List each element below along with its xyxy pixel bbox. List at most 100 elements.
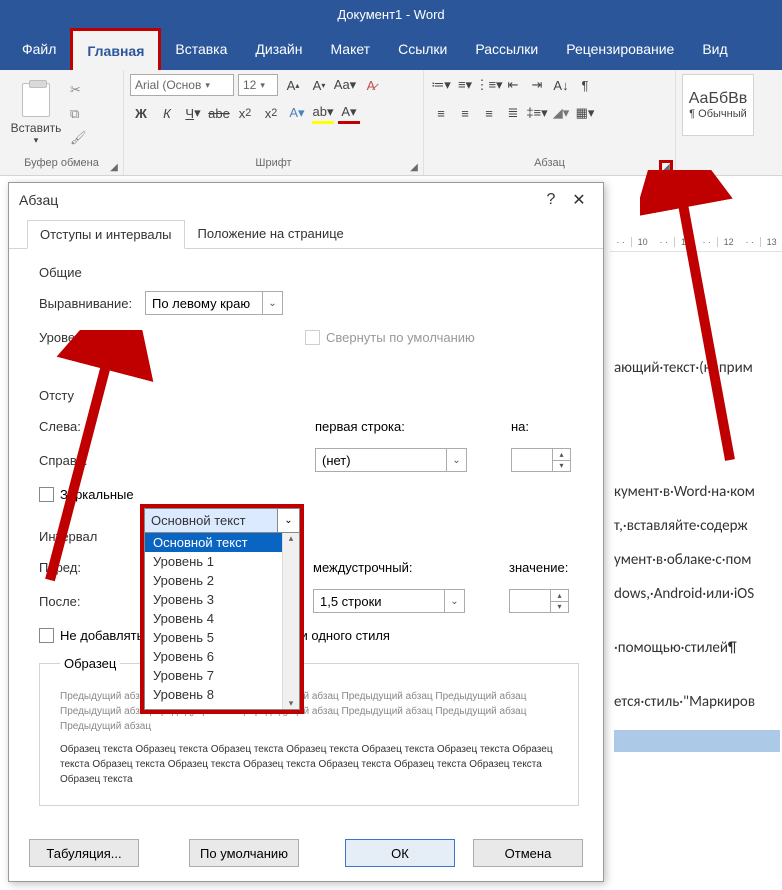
align-right-button[interactable]: ≡ [478,102,500,124]
level-option[interactable]: Уровень 9 [145,704,299,709]
alignment-label: Выравнивание: [39,296,145,311]
format-painter-button[interactable]: 🖌 [70,130,90,148]
outline-level-select[interactable]: Основной текст ⌄ [145,509,299,533]
level-option[interactable]: Уровень 1 [145,552,299,571]
grow-font-button[interactable]: A▴ [282,74,304,96]
tab-references[interactable]: Ссылки [384,28,461,70]
borders-button[interactable]: ▦▾ [574,102,596,124]
level-option[interactable]: Уровень 7 [145,666,299,685]
document-text[interactable]: ающий·текст·(наприм кумент·в·Word·на·ком… [614,356,778,760]
dialog-close-button[interactable]: ✕ [565,190,593,210]
level-option[interactable]: Уровень 4 [145,609,299,628]
underline-button[interactable]: Ч▾ [182,102,204,124]
dont-add-space-checkbox[interactable] [39,628,54,643]
decrease-indent-button[interactable]: ⇤ [502,74,524,96]
indent-right-label: Справа: [39,453,145,468]
clear-formatting-button[interactable]: A̷ [360,74,382,96]
increase-indent-button[interactable]: ⇥ [526,74,548,96]
section-general: Общие [39,265,579,280]
bullets-button[interactable]: ≔▾ [430,74,452,96]
level-option[interactable]: Уровень 8 [145,685,299,704]
document-title: Документ1 - Word [337,7,444,22]
tab-line-page-breaks[interactable]: Положение на странице [185,219,357,248]
doc-line: кумент·в·Word·на·ком [614,480,778,504]
scrollbar[interactable]: ▴▾ [282,533,299,709]
paste-label: Вставить [11,121,62,135]
strikethrough-button[interactable]: abe [208,102,230,124]
at-spinner[interactable]: ▴▾ [509,589,569,613]
font-size-combo[interactable]: 12▾ [238,74,278,96]
font-size-value: 12 [243,78,256,92]
ribbon: Вставить ▾ ✂ ⧉ 🖌 Буфер обмена ◢ Arial (О… [0,70,782,176]
align-left-button[interactable]: ≡ [430,102,452,124]
copy-button[interactable]: ⧉ [70,106,90,124]
tabs-button[interactable]: Табуляция... [29,839,139,867]
first-line-value: (нет) [322,453,351,468]
alignment-select[interactable]: По левому краю ⌄ [145,291,283,315]
tab-design[interactable]: Дизайн [241,28,316,70]
set-default-button[interactable]: По умолчанию [189,839,299,867]
dialog-help-button[interactable]: ? [537,191,565,209]
line-spacing-label: междустрочный: [313,560,509,575]
at-label: значение: [509,560,568,575]
collapsed-checkbox[interactable] [305,330,320,345]
highlight-button[interactable]: ab▾ [312,102,334,124]
doc-line: ающий·текст·(наприм [614,356,778,380]
change-case-button[interactable]: Aa▾ [334,74,356,96]
line-spacing-select[interactable]: 1,5 строки ⌄ [313,589,465,613]
ruler-mark: 13 [760,237,782,247]
section-indent: Отсту [39,388,579,403]
shading-button[interactable]: ◢▾ [550,102,572,124]
superscript-button[interactable]: x2 [260,102,282,124]
paragraph-dialog-launcher[interactable]: ◢ [659,160,673,174]
multilevel-button[interactable]: ⋮≡▾ [478,74,500,96]
sort-button[interactable]: A↓ [550,74,572,96]
ruler[interactable]: · · 10 · · 11 · · 12 · · 13 [610,232,782,252]
chevron-down-icon: ⌄ [277,509,299,532]
italic-button[interactable]: К [156,102,178,124]
shrink-font-button[interactable]: A▾ [308,74,330,96]
tab-indents-spacing[interactable]: Отступы и интервалы [27,220,185,249]
level-option[interactable]: Основной текст [145,533,299,552]
subscript-button[interactable]: x2 [234,102,256,124]
ok-button[interactable]: ОК [345,839,455,867]
cancel-button[interactable]: Отмена [473,839,583,867]
numbering-button[interactable]: ≡▾ [454,74,476,96]
font-color-button[interactable]: A▾ [338,102,360,124]
cut-button[interactable]: ✂ [70,82,90,100]
font-name-combo[interactable]: Arial (Основ▾ [130,74,234,96]
level-option[interactable]: Уровень 6 [145,647,299,666]
preview-previous-text: Предыдущий абзац Предыдущий абзац Предыд… [60,689,558,734]
tab-layout[interactable]: Макет [316,28,384,70]
show-marks-button[interactable]: ¶ [574,74,596,96]
tab-home[interactable]: Главная [70,28,161,70]
title-bar: Документ1 - Word [0,0,782,28]
ruler-mark: 11 [674,237,696,247]
align-center-button[interactable]: ≡ [454,102,476,124]
font-dialog-launcher[interactable]: ◢ [407,160,421,174]
chevron-down-icon: ⌄ [446,449,466,471]
tab-insert[interactable]: Вставка [161,28,241,70]
tab-mailings[interactable]: Рассылки [461,28,552,70]
mirror-indents-checkbox[interactable] [39,487,54,502]
ribbon-tabs: Файл Главная Вставка Дизайн Макет Ссылки… [0,28,782,70]
justify-button[interactable]: ≣ [502,102,524,124]
style-normal[interactable]: АаБбВв ¶ Обычный [682,74,754,136]
first-line-select[interactable]: (нет) ⌄ [315,448,467,472]
text-effects-button[interactable]: A▾ [286,102,308,124]
tab-view[interactable]: Вид [688,28,741,70]
tab-file[interactable]: Файл [8,28,70,70]
bold-button[interactable]: Ж [130,102,152,124]
level-option[interactable]: Уровень 2 [145,571,299,590]
by-spinner[interactable]: ▴▾ [511,448,571,472]
level-option[interactable]: Уровень 5 [145,628,299,647]
line-spacing-button[interactable]: ‡≡▾ [526,102,548,124]
clipboard-dialog-launcher[interactable]: ◢ [107,160,121,174]
selection-highlight [614,730,780,752]
tab-review[interactable]: Рецензирование [552,28,688,70]
level-option[interactable]: Уровень 3 [145,590,299,609]
ruler-mark: 12 [717,237,739,247]
preview-sample-text: Образец текста Образец текста Образец те… [60,742,558,787]
line-spacing-value: 1,5 строки [320,594,382,609]
paste-button[interactable]: Вставить ▾ [6,74,66,154]
